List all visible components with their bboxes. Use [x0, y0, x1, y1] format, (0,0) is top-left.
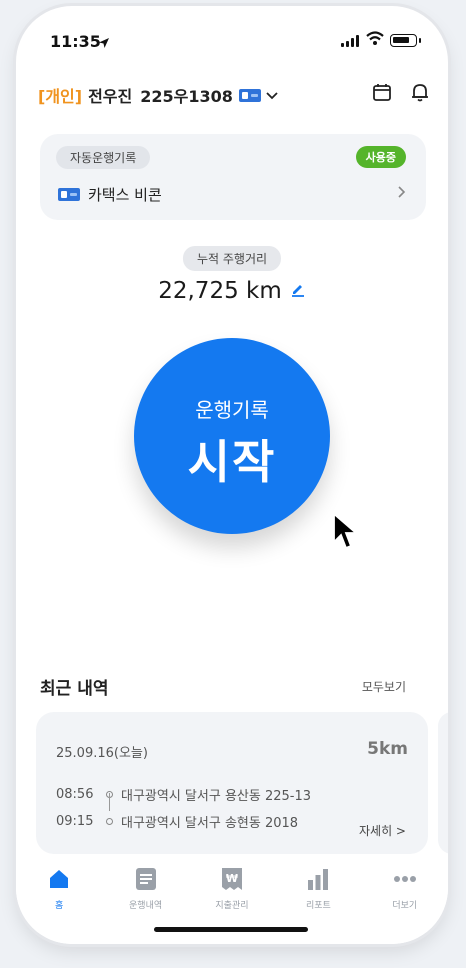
mileage-label: 누적 주행거리: [182, 246, 282, 271]
more-icon: [393, 866, 417, 892]
bell-icon[interactable]: [410, 82, 430, 106]
driver-name: 전우진: [88, 87, 133, 106]
mouse-cursor-icon: [332, 512, 359, 556]
trip-date: 25.09.16(오늘): [56, 746, 148, 761]
tab-more-label: 더보기: [392, 901, 418, 911]
calendar-icon[interactable]: [372, 82, 392, 106]
tab-trips[interactable]: 운행내역: [111, 866, 181, 944]
tab-home[interactable]: 홈: [24, 866, 94, 944]
start-logging-button[interactable]: 운행기록 시작: [134, 338, 330, 534]
start-button-title: 시작: [187, 435, 277, 489]
chevron-right-icon: [396, 184, 406, 203]
home-indicator[interactable]: [154, 927, 308, 932]
vehicle-plate: 225우1308: [140, 87, 233, 106]
tab-more[interactable]: 더보기: [370, 866, 440, 944]
status-time: 11:35: [50, 32, 101, 51]
trip-end-address: 대구광역시 달서구 송현동 2018: [121, 816, 299, 831]
won-icon: ₩: [221, 866, 243, 892]
tab-expense[interactable]: ₩ 지출관리: [197, 866, 267, 944]
trip-end-row: 09:15 대구광역시 달서구 송현동 2018: [56, 812, 298, 831]
phone-screen: 11:35 [개인] 전우진 225우1308 자동운행기록 사용중 카택스 비…: [16, 6, 448, 944]
start-button-subtitle: 운행기록: [195, 398, 269, 422]
svg-text:₩: ₩: [226, 872, 238, 885]
in-use-badge: 사용중: [355, 146, 406, 168]
view-all-link[interactable]: 모두보기: [362, 678, 406, 695]
tab-home-label: 홈: [55, 901, 64, 911]
status-bar: 11:35: [16, 6, 448, 72]
battery-icon: [390, 34, 421, 47]
beacon-icon: [238, 88, 261, 102]
vehicle-header[interactable]: [개인] 전우진 225우1308: [38, 78, 430, 112]
trip-end-time: 09:15: [56, 814, 94, 829]
vehicle-type-tag: [개인]: [38, 87, 83, 106]
trip-detail-link[interactable]: 자세히 >: [359, 822, 406, 839]
edit-pencil-icon[interactable]: [290, 281, 306, 301]
beacon-device-icon: [58, 188, 80, 201]
auto-log-card[interactable]: 자동운행기록 사용중 카택스 비콘: [40, 134, 426, 220]
tab-report[interactable]: 리포트: [283, 866, 353, 944]
end-dot-icon: [106, 818, 113, 825]
recent-section-title: 최근 내역: [40, 679, 109, 699]
trip-distance: 5km: [367, 739, 408, 759]
trip-card[interactable]: 25.09.16(오늘) 5km 08:56 대구광역시 달서구 용산동 225…: [36, 712, 428, 854]
mileage-value: 22,725 km: [158, 278, 282, 304]
home-icon: [47, 866, 71, 892]
auto-log-title: 자동운행기록: [56, 146, 151, 169]
next-trip-card-peek[interactable]: [438, 712, 448, 854]
trip-start-time: 08:56: [56, 787, 94, 802]
chevron-down-icon[interactable]: [265, 86, 279, 105]
trip-start-row: 08:56 대구광역시 달서구 용산동 225-13: [56, 785, 311, 804]
signal-icon: [341, 35, 359, 47]
trip-start-address: 대구광역시 달서구 용산동 225-13: [121, 789, 312, 804]
tab-expense-label: 지출관리: [215, 901, 249, 911]
list-icon: [135, 866, 157, 892]
chart-icon: [307, 866, 329, 892]
location-arrow-icon: [98, 34, 110, 53]
beacon-device-label: 카택스 비콘: [88, 186, 162, 204]
tab-trips-label: 운행내역: [129, 901, 163, 911]
wifi-icon: [366, 31, 384, 50]
route-connector: [109, 793, 111, 811]
tab-report-label: 리포트: [305, 901, 331, 911]
